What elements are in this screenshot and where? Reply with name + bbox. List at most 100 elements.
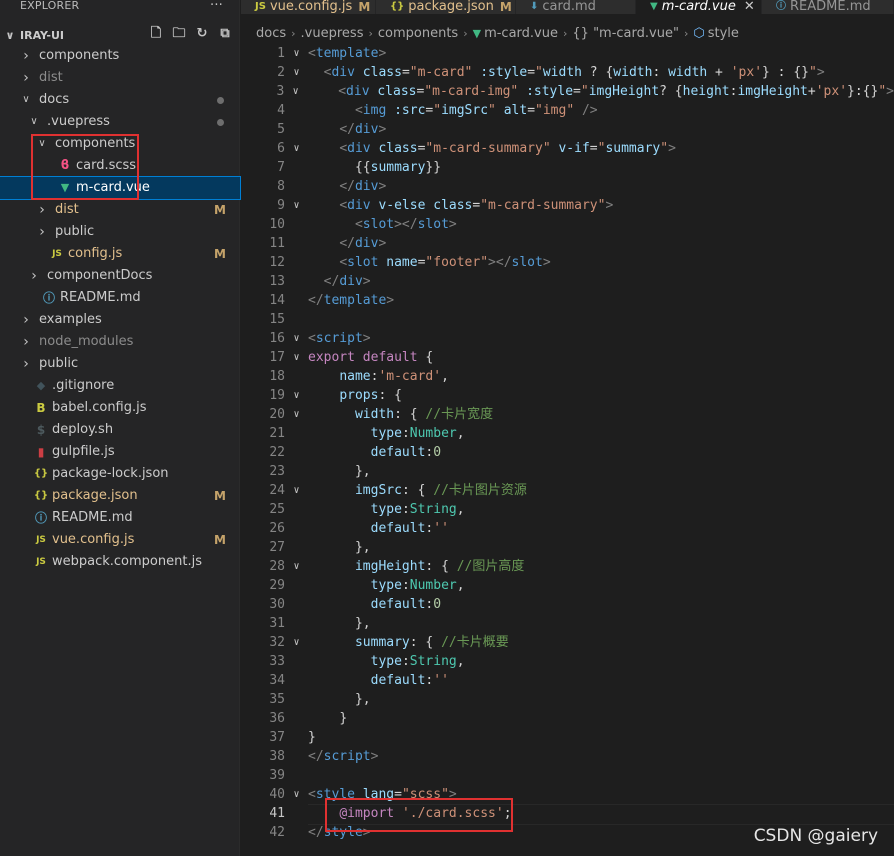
fold-chevron-icon[interactable]: ∨ xyxy=(285,557,308,576)
code-line[interactable]: 23 }, xyxy=(241,462,894,481)
code-line[interactable]: 12 <slot name="footer"></slot> xyxy=(241,253,894,272)
tab-package-json[interactable]: {} package.json M xyxy=(376,0,516,14)
fold-chevron-icon[interactable]: ∨ xyxy=(285,633,308,652)
code-editor[interactable]: 1 ∨ <template> 2 ∨ <div class="m-card" :styl… xyxy=(241,44,894,856)
tree-file[interactable]: ▮ gulpfile.js xyxy=(0,441,240,463)
tree-folder[interactable]: › node_modules xyxy=(0,331,240,353)
code-line[interactable]: 19 ∨ props: { xyxy=(241,386,894,405)
tree-item-label: deploy.sh xyxy=(52,422,114,437)
fold-chevron-icon[interactable]: ∨ xyxy=(285,329,308,348)
code-line[interactable]: 14 </template> xyxy=(241,291,894,310)
code-line[interactable]: 35 }, xyxy=(241,690,894,709)
tree-folder[interactable]: ∨ docs xyxy=(0,89,240,111)
code-text: default:'' xyxy=(370,673,449,688)
modified-dot-icon xyxy=(217,119,224,126)
tree-file[interactable]: ϐ card.scss xyxy=(0,155,240,177)
code-line[interactable]: 29 type:Number, xyxy=(241,576,894,595)
fold-chevron-icon[interactable]: ∨ xyxy=(285,139,308,158)
code-line[interactable]: 37} xyxy=(241,728,894,747)
tree-folder[interactable]: › dist M xyxy=(0,199,240,221)
fold-chevron-icon[interactable]: ∨ xyxy=(285,785,308,804)
collapse-all-icon[interactable]: ⧉ xyxy=(217,26,233,42)
tree-folder[interactable]: › public xyxy=(0,353,240,375)
code-line[interactable]: 20 ∨ width: { //卡片宽度 xyxy=(241,405,894,424)
code-line[interactable]: 38 </script> xyxy=(241,747,894,766)
fold-chevron-icon[interactable]: ∨ xyxy=(285,44,308,63)
fold-chevron-icon[interactable]: ∨ xyxy=(285,405,308,424)
tab-m-card-vue[interactable]: ▼ m-card.vue ✕ xyxy=(636,0,762,14)
code-line[interactable]: 15 xyxy=(241,310,894,329)
code-line[interactable]: 9 ∨ <div v-else class="m-card-summary"> xyxy=(241,196,894,215)
code-line[interactable]: 24 ∨ imgSrc: { //卡片图片资源 xyxy=(241,481,894,500)
code-line[interactable]: 41 @import './card.scss'; xyxy=(241,804,894,825)
tree-folder[interactable]: › componentDocs xyxy=(0,265,240,287)
code-line[interactable]: 16 ∨ <script> xyxy=(241,329,894,348)
code-line[interactable]: 11 </div> xyxy=(241,234,894,253)
tab-vue-config-js[interactable]: JS vue.config.js M xyxy=(241,0,376,14)
code-line[interactable]: 13 </div> xyxy=(241,272,894,291)
tree-folder[interactable]: › public xyxy=(0,221,240,243)
code-line[interactable]: 32 ∨ summary: { //卡片概要 xyxy=(241,633,894,652)
code-line[interactable]: 22 default:0 xyxy=(241,443,894,462)
tree-file[interactable]: {} package-lock.json xyxy=(0,463,240,485)
breadcrumb-item[interactable]: docs xyxy=(256,25,286,43)
code-line[interactable]: 5 </div> xyxy=(241,120,894,139)
tab-readme-md[interactable]: ⓘ README.md xyxy=(762,0,894,14)
fold-chevron-icon[interactable]: ∨ xyxy=(285,386,308,405)
workspace-root[interactable]: ∨ IRAY-UI 🗋 🗀 ↻ ⧉ xyxy=(0,24,239,46)
breadcrumb-item[interactable]: m-card.vue xyxy=(484,25,558,43)
code-line[interactable]: 33 type:String, xyxy=(241,652,894,671)
code-line[interactable]: 40 ∨ <style lang="scss"> xyxy=(241,785,894,804)
more-actions-icon[interactable]: ··· xyxy=(210,0,223,12)
new-folder-icon[interactable]: 🗀 xyxy=(171,26,187,42)
breadcrumb-item[interactable]: .vuepress xyxy=(301,25,364,43)
breadcrumb-item[interactable]: {} "m-card.vue" xyxy=(572,25,679,43)
code-line[interactable]: 8 </div> xyxy=(241,177,894,196)
tree-folder[interactable]: ∨ .vuepress xyxy=(0,111,240,133)
fold-chevron-icon[interactable]: ∨ xyxy=(284,82,307,101)
code-line[interactable]: 2 ∨ <div class="m-card" :style="width ? {… xyxy=(241,63,894,82)
tree-file[interactable]: JS webpack.component.js xyxy=(0,551,240,573)
fold-chevron-icon[interactable]: ∨ xyxy=(285,63,308,82)
tree-folder[interactable]: › components xyxy=(0,45,240,67)
code-line[interactable]: 10 <slot></slot> xyxy=(241,215,894,234)
close-icon[interactable]: ✕ xyxy=(744,0,755,13)
code-line[interactable]: 28 ∨ imgHeight: { //图片高度 xyxy=(241,557,894,576)
code-line[interactable]: 25 type:String, xyxy=(241,500,894,519)
tree-file[interactable]: JS vue.config.js M xyxy=(0,529,240,551)
code-line[interactable]: 3 ∨ <div class="m-card-img" :style="imgHe… xyxy=(241,82,894,101)
tree-file[interactable]: ⓘ README.md xyxy=(0,287,240,309)
code-line[interactable]: 1 ∨ <template> xyxy=(241,44,894,63)
tree-file[interactable]: {} package.json M xyxy=(0,485,240,507)
tree-folder[interactable]: ∨ components xyxy=(0,133,240,155)
code-line[interactable]: 21 type:Number, xyxy=(241,424,894,443)
code-line[interactable]: 27 }, xyxy=(241,538,894,557)
code-line[interactable]: 7 {{summary}} xyxy=(241,158,894,177)
fold-chevron-icon[interactable]: ∨ xyxy=(285,196,308,215)
code-line[interactable]: 17 ∨ export default { xyxy=(241,348,894,367)
tree-file[interactable]: ⓘ README.md xyxy=(0,507,240,529)
tree-file[interactable]: Bbabel.config.js xyxy=(0,397,240,419)
new-file-icon[interactable]: 🗋 xyxy=(148,26,164,42)
code-line[interactable]: 39 xyxy=(241,766,894,785)
code-line[interactable]: 34 default:'' xyxy=(241,671,894,690)
code-line[interactable]: 18 name:'m-card', xyxy=(241,367,894,386)
tab-card-md[interactable]: ⬇ card.md xyxy=(516,0,636,14)
tree-file[interactable]: $ deploy.sh xyxy=(0,419,240,441)
code-line[interactable]: 6 ∨ <div class="m-card-summary" v-if="sum… xyxy=(241,139,894,158)
code-line[interactable]: 26 default:'' xyxy=(241,519,894,538)
fold-chevron-icon[interactable]: ∨ xyxy=(285,481,308,500)
tree-file[interactable]: ▼ m-card.vue xyxy=(0,176,241,200)
tree-folder[interactable]: › examples xyxy=(0,309,240,331)
code-line[interactable]: 36 } xyxy=(241,709,894,728)
code-line[interactable]: 30 default:0 xyxy=(241,595,894,614)
tree-file[interactable]: JS config.js M xyxy=(0,243,240,265)
breadcrumb-item[interactable]: components xyxy=(378,25,458,43)
tree-folder[interactable]: › dist xyxy=(0,67,240,89)
code-line[interactable]: 31 }, xyxy=(241,614,894,633)
refresh-icon[interactable]: ↻ xyxy=(194,26,210,42)
breadcrumb-item[interactable]: style xyxy=(708,25,739,43)
fold-chevron-icon[interactable]: ∨ xyxy=(285,348,308,367)
tree-file[interactable]: ◆ .gitignore xyxy=(0,375,240,397)
code-line[interactable]: 4 <img :src="imgSrc" alt="img" /> xyxy=(241,101,894,120)
